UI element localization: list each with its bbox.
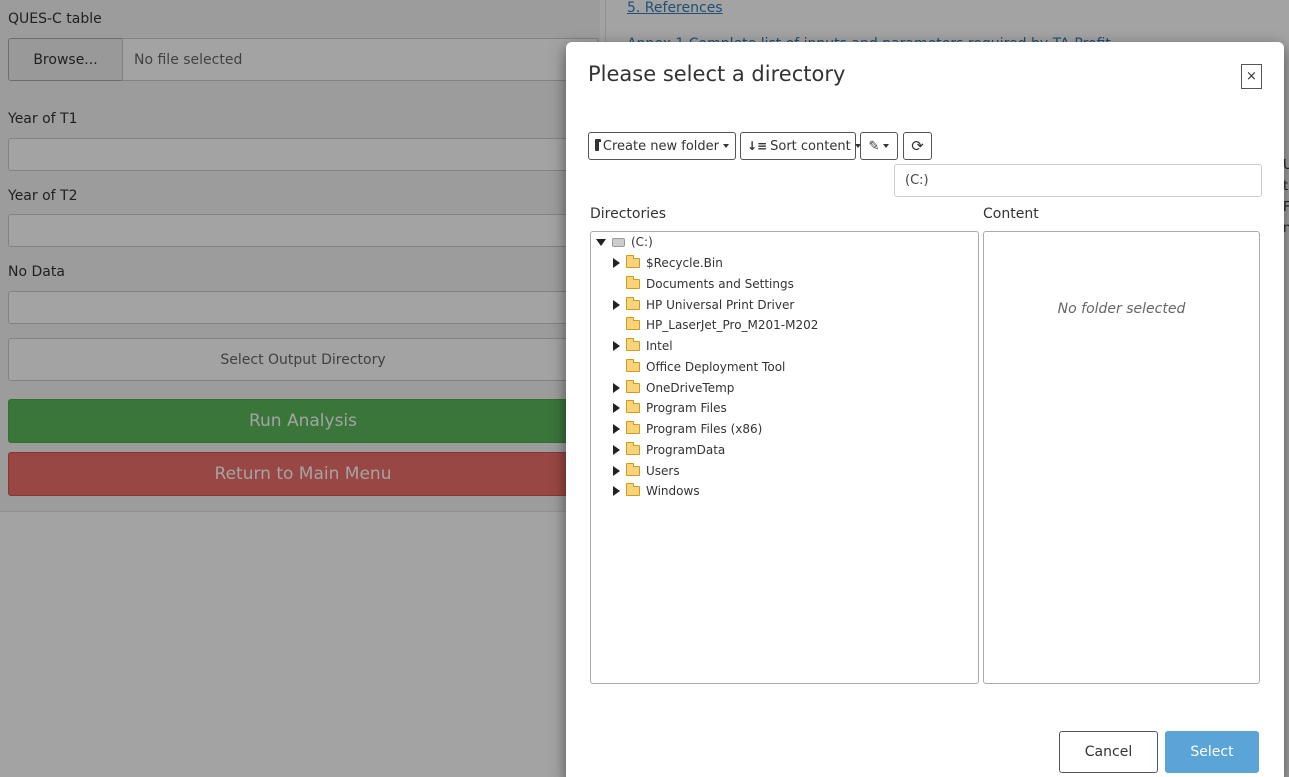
expand-arrow-icon[interactable] [613, 465, 620, 476]
folder-icon [626, 483, 640, 497]
drive-icon [612, 237, 625, 247]
folder-icon [595, 139, 601, 151]
folder-icon [626, 421, 640, 434]
tree-node-label: HP_LaserJet_Pro_M201-M202 [646, 318, 819, 333]
expand-arrow-icon[interactable] [613, 382, 620, 393]
tree-node-label: Office Deployment Tool [646, 359, 786, 374]
tree-node-label: Program Files [646, 401, 727, 416]
tree-node-label: Documents and Settings [646, 276, 794, 291]
expand-arrow-icon[interactable] [613, 403, 620, 414]
path-input[interactable]: (C:) [894, 164, 1262, 197]
folder-icon [626, 441, 640, 455]
close-icon: × [1246, 69, 1257, 84]
expand-arrow-icon[interactable] [613, 258, 620, 268]
cancel-button[interactable]: Cancel [1059, 731, 1158, 773]
tree-node[interactable]: Program Files (x86) [613, 419, 762, 439]
expand-arrow-icon[interactable] [613, 299, 620, 310]
tree-node-label: HP Universal Print Driver [646, 297, 795, 312]
folder-icon [626, 462, 640, 476]
folder-icon [626, 379, 640, 393]
folder-icon [626, 275, 640, 289]
tree-node[interactable]: Intel [613, 336, 673, 356]
folder-icon [626, 317, 640, 331]
tree-node-label: Users [646, 463, 680, 478]
refresh-button[interactable]: ⟳ [903, 132, 932, 160]
create-folder-button[interactable]: Create new folder [588, 132, 736, 160]
tree-node[interactable]: $Recycle.Bin [613, 253, 723, 273]
tree-node-label: ProgramData [646, 442, 726, 457]
tree-node-label: Intel [646, 339, 673, 353]
tree-node[interactable]: Program Files [613, 398, 727, 418]
sort-content-label: Sort content [770, 138, 851, 154]
content-pane: No folder selected [983, 231, 1260, 684]
expand-arrow-icon[interactable] [613, 341, 620, 351]
caret-down-icon [723, 144, 729, 148]
sort-content-button[interactable]: ↓≡ Sort content [740, 132, 861, 160]
content-label: Content [983, 206, 1039, 222]
refresh-icon: ⟳ [911, 137, 924, 155]
folder-icon [626, 400, 640, 414]
tree-node[interactable]: OneDriveTemp [613, 378, 734, 398]
directories-label: Directories [590, 206, 667, 222]
tree-node-label: Windows [646, 484, 700, 499]
dialog-title: Please select a directory [588, 62, 846, 86]
tree-node[interactable]: HP Universal Print Driver [613, 295, 794, 315]
tree-node[interactable]: Users [613, 461, 680, 481]
expand-arrow-icon[interactable] [613, 444, 620, 455]
tree-node[interactable]: HP_LaserJet_Pro_M201-M202 [613, 315, 818, 335]
tree-node-label: OneDriveTemp [646, 380, 735, 395]
folder-icon [626, 358, 640, 372]
expand-arrow-icon[interactable] [613, 486, 620, 497]
tree-node-root[interactable]: (C:) [596, 232, 653, 252]
directory-tree: (C:) $Recycle.Bin Documents and Settings H… [590, 231, 979, 684]
select-directory-dialog: Please select a directory × Create new f… [566, 42, 1284, 777]
select-button[interactable]: Select [1165, 731, 1259, 773]
sort-icon: ↓≡ [747, 139, 768, 153]
tree-node-label: (C:) [631, 235, 653, 249]
tree-node-label: Program Files (x86) [646, 422, 763, 436]
folder-icon [626, 255, 640, 268]
edit-button[interactable]: ✎ [860, 132, 898, 160]
tree-node[interactable]: Windows [613, 481, 700, 501]
folder-icon [626, 338, 640, 351]
pencil-icon: ✎ [868, 138, 880, 154]
tree-node[interactable]: Documents and Settings [613, 274, 794, 294]
tree-node[interactable]: Office Deployment Tool [613, 357, 785, 377]
tree-node[interactable]: ProgramData [613, 440, 725, 460]
empty-content-message: No folder selected [1057, 301, 1186, 317]
tree-node-label: $Recycle.Bin [646, 256, 723, 270]
caret-down-icon [883, 144, 890, 148]
folder-icon [626, 296, 640, 310]
expand-arrow-icon[interactable] [613, 424, 620, 434]
expanded-arrow-icon[interactable] [596, 238, 606, 246]
create-folder-label: Create new folder [602, 138, 719, 154]
close-button[interactable]: × [1241, 64, 1262, 89]
